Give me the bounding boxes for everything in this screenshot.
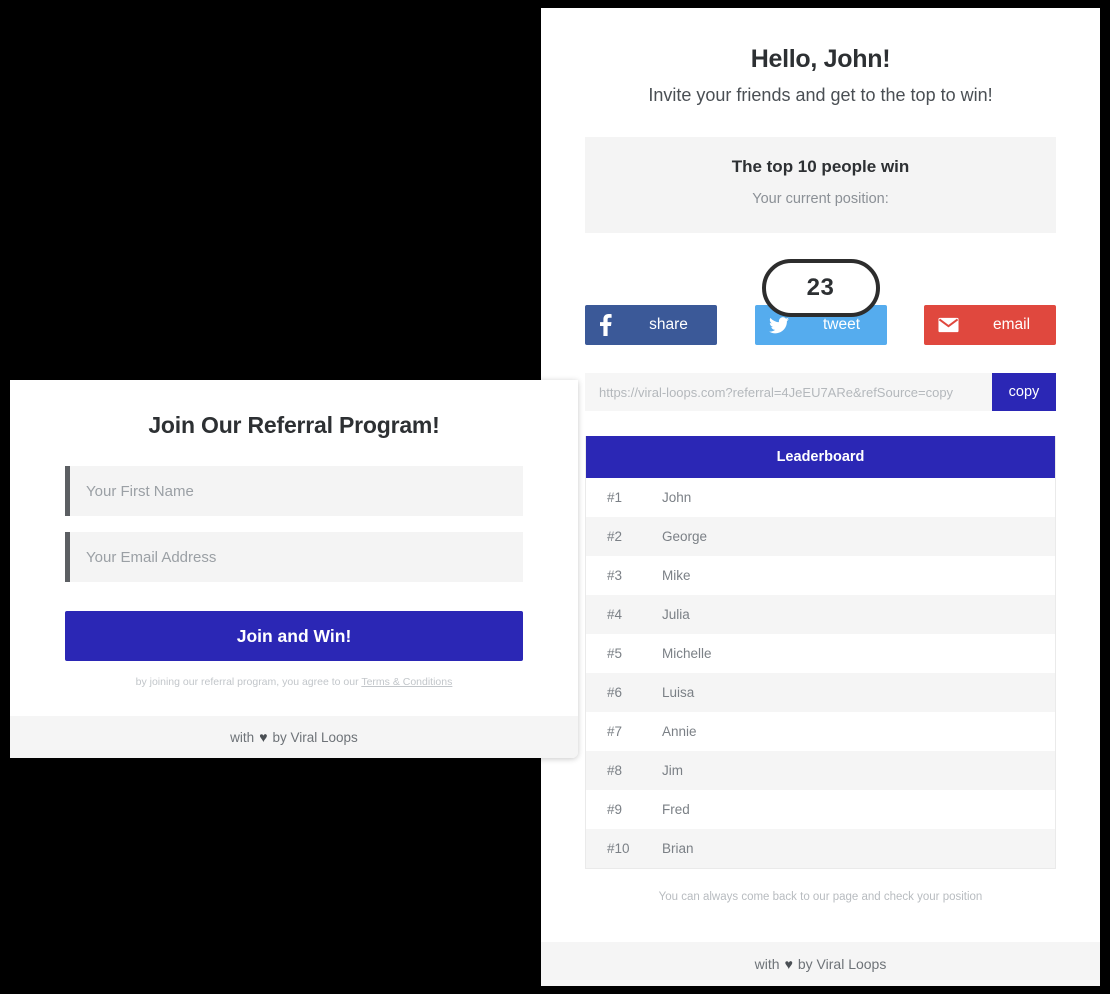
footer-prefix: with: [230, 729, 255, 745]
twitter-icon: [768, 317, 789, 334]
email-share-label: email: [992, 316, 1031, 334]
footer-suffix: by Viral Loops: [797, 956, 887, 972]
table-row: #8 Jim: [586, 751, 1055, 791]
leaderboard-rank: #6: [607, 685, 623, 701]
leaderboard: Leaderboard #1 John #2 George #3 Mike #4…: [585, 436, 1056, 870]
footer-suffix: by Viral Loops: [272, 729, 358, 745]
email-input[interactable]: [70, 532, 523, 582]
signup-footer: with ♥ by Viral Loops: [10, 716, 578, 758]
table-row: #2 George: [586, 517, 1055, 557]
terms-text: by joining our referral program, you agr…: [135, 676, 362, 688]
dashboard-body: Hello, John! Invite your friends and get…: [541, 8, 1100, 927]
table-row: #3 Mike: [586, 556, 1055, 596]
referral-link-row: copy: [585, 373, 1056, 412]
table-row: #10 Brian: [586, 829, 1055, 869]
leaderboard-name: John: [662, 490, 692, 506]
signup-body: Join Our Referral Program! Join and Win!…: [10, 380, 578, 688]
position-panel: The top 10 people win Your current posit…: [585, 137, 1056, 234]
footer-prefix: with: [754, 956, 780, 972]
leaderboard-name: Jim: [662, 763, 683, 779]
dashboard-footer: with ♥ by Viral Loops: [541, 942, 1100, 986]
table-row: #4 Julia: [586, 595, 1055, 635]
leaderboard-rank: #1: [607, 490, 623, 506]
signup-title: Join Our Referral Program!: [148, 412, 440, 438]
copy-link-button[interactable]: copy: [992, 373, 1056, 412]
table-row: #5 Michelle: [586, 634, 1055, 674]
dashboard-note: You can always come back to our page and…: [658, 891, 983, 904]
leaderboard-name: Fred: [662, 802, 690, 818]
leaderboard-name: Annie: [662, 724, 697, 740]
position-panel-label: Your current position:: [752, 191, 889, 208]
signup-card: Join Our Referral Program! Join and Win!…: [10, 380, 578, 758]
leaderboard-rank: #8: [607, 763, 623, 779]
facebook-icon: [599, 314, 612, 337]
leaderboard-rank: #9: [607, 802, 623, 818]
referral-link-input[interactable]: [585, 373, 992, 412]
leaderboard-rank: #3: [607, 568, 623, 584]
leaderboard-name: Luisa: [662, 685, 695, 701]
page-title: Hello, John!: [750, 45, 891, 73]
table-row: #7 Annie: [586, 712, 1055, 752]
leaderboard-name: Julia: [662, 607, 690, 623]
heart-icon: ♥: [784, 956, 793, 972]
table-row: #9 Fred: [586, 790, 1055, 830]
facebook-share-button[interactable]: share: [585, 305, 717, 346]
table-row: #6 Luisa: [586, 673, 1055, 713]
table-row: #1 John: [586, 478, 1055, 518]
screenshot-stage: Hello, John! Invite your friends and get…: [0, 0, 1110, 994]
first-name-field: [65, 466, 523, 516]
leaderboard-header: Leaderboard: [586, 436, 1055, 479]
terms-and-conditions-link[interactable]: Terms & Conditions: [361, 676, 452, 688]
email-share-button[interactable]: email: [924, 305, 1056, 346]
current-position-badge: 23: [761, 259, 880, 318]
first-name-input[interactable]: [70, 466, 523, 516]
leaderboard-name: Brian: [662, 841, 694, 857]
leaderboard-rank: #2: [607, 529, 623, 545]
position-panel-title: The top 10 people win: [731, 157, 910, 177]
leaderboard-rank: #7: [607, 724, 623, 740]
email-field: [65, 532, 523, 582]
join-and-win-button[interactable]: Join and Win!: [65, 611, 523, 661]
facebook-share-label: share: [649, 316, 688, 334]
twitter-tweet-label: tweet: [822, 316, 861, 334]
page-subtitle: Invite your friends and get to the top t…: [648, 85, 993, 105]
heart-icon: ♥: [259, 729, 268, 745]
leaderboard-name: Michelle: [662, 646, 712, 662]
leaderboard-name: George: [662, 529, 708, 545]
leaderboard-rank: #5: [607, 646, 623, 662]
leaderboard-name: Mike: [662, 568, 691, 584]
referral-dashboard-card: Hello, John! Invite your friends and get…: [541, 8, 1100, 986]
envelope-icon: [938, 317, 959, 333]
leaderboard-rank: #4: [607, 607, 623, 623]
terms-notice: by joining our referral program, you agr…: [65, 676, 523, 688]
leaderboard-rank: #10: [607, 841, 630, 857]
